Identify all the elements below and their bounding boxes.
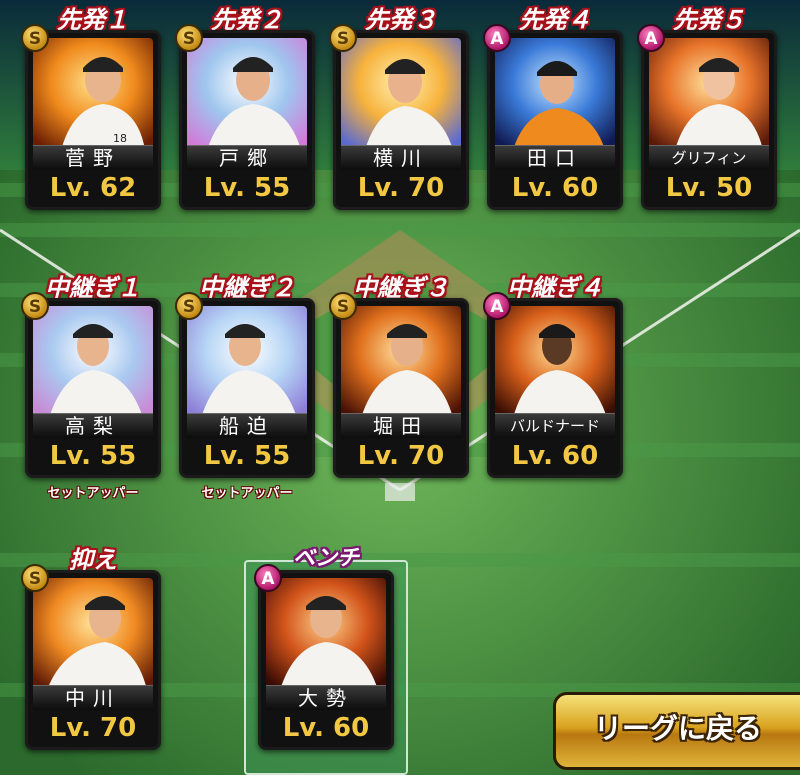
rank-a-badge: A [637, 24, 665, 52]
player-level: Lv. 55 [203, 441, 291, 471]
player-portrait [495, 306, 615, 418]
player-name: 大勢 [266, 685, 386, 710]
player-portrait [649, 38, 769, 150]
rank-a-badge: A [483, 292, 511, 320]
player-portrait [187, 38, 307, 150]
rank-a-badge: A [483, 24, 511, 52]
player-card[interactable]: 高梨 Lv. 55 [25, 298, 161, 478]
player-name: 堀田 [341, 413, 461, 438]
player-card[interactable]: 堀田 Lv. 70 [333, 298, 469, 478]
rank-s-badge: S [329, 292, 357, 320]
rank-s-badge: S [329, 24, 357, 52]
player-card[interactable]: 田口 Lv. 60 [487, 30, 623, 210]
subrole-label: セットアッパー [47, 486, 139, 501]
player-level: Lv. 62 [49, 173, 137, 203]
player-name: 戸郷 [187, 145, 307, 170]
player-name: 中川 [33, 685, 153, 710]
subrole-label: セットアッパー [201, 486, 293, 501]
rank-s-badge: S [175, 292, 203, 320]
player-portrait [341, 38, 461, 150]
player-card[interactable]: 船迫 Lv. 55 [179, 298, 315, 478]
role-label: ベンチ [292, 546, 359, 571]
return-button-label: リーグに戻る [593, 712, 762, 745]
player-name: 高梨 [33, 413, 153, 438]
player-card[interactable]: 中川 Lv. 70 [25, 570, 161, 750]
player-portrait: 18 [33, 38, 153, 150]
rank-s-badge: S [175, 24, 203, 52]
player-portrait [187, 306, 307, 418]
rank-s-badge: S [21, 564, 49, 592]
player-name: グリフィン [649, 145, 769, 170]
rank-s-badge: S [21, 24, 49, 52]
player-card[interactable]: 18 菅野 Lv. 62 [25, 30, 161, 210]
player-name: 横川 [341, 145, 461, 170]
player-level: Lv. 55 [203, 173, 291, 203]
player-level: Lv. 70 [49, 713, 137, 743]
player-level: Lv. 70 [357, 173, 445, 203]
player-portrait [33, 306, 153, 418]
player-level: Lv. 50 [665, 173, 753, 203]
player-card[interactable]: 戸郷 Lv. 55 [179, 30, 315, 210]
return-to-league-button[interactable]: リーグに戻る [553, 692, 800, 770]
player-portrait [341, 306, 461, 418]
player-name: バルドナード [495, 413, 615, 438]
player-level: Lv. 55 [49, 441, 137, 471]
rank-a-badge: A [254, 564, 282, 592]
rank-s-badge: S [21, 292, 49, 320]
player-portrait [33, 578, 153, 690]
player-level: Lv. 70 [357, 441, 445, 471]
player-level: Lv. 60 [282, 713, 370, 743]
player-level: Lv. 60 [511, 441, 599, 471]
player-name: 菅野 [33, 145, 153, 170]
player-card[interactable]: 横川 Lv. 70 [333, 30, 469, 210]
player-card[interactable]: 大勢 Lv. 60 [258, 570, 394, 750]
player-card[interactable]: グリフィン Lv. 50 [641, 30, 777, 210]
player-portrait [266, 578, 386, 690]
player-name: 田口 [495, 145, 615, 170]
player-name: 船迫 [187, 413, 307, 438]
svg-text:18: 18 [113, 132, 127, 145]
player-portrait [495, 38, 615, 150]
player-level: Lv. 60 [511, 173, 599, 203]
player-card[interactable]: バルドナード Lv. 60 [487, 298, 623, 478]
